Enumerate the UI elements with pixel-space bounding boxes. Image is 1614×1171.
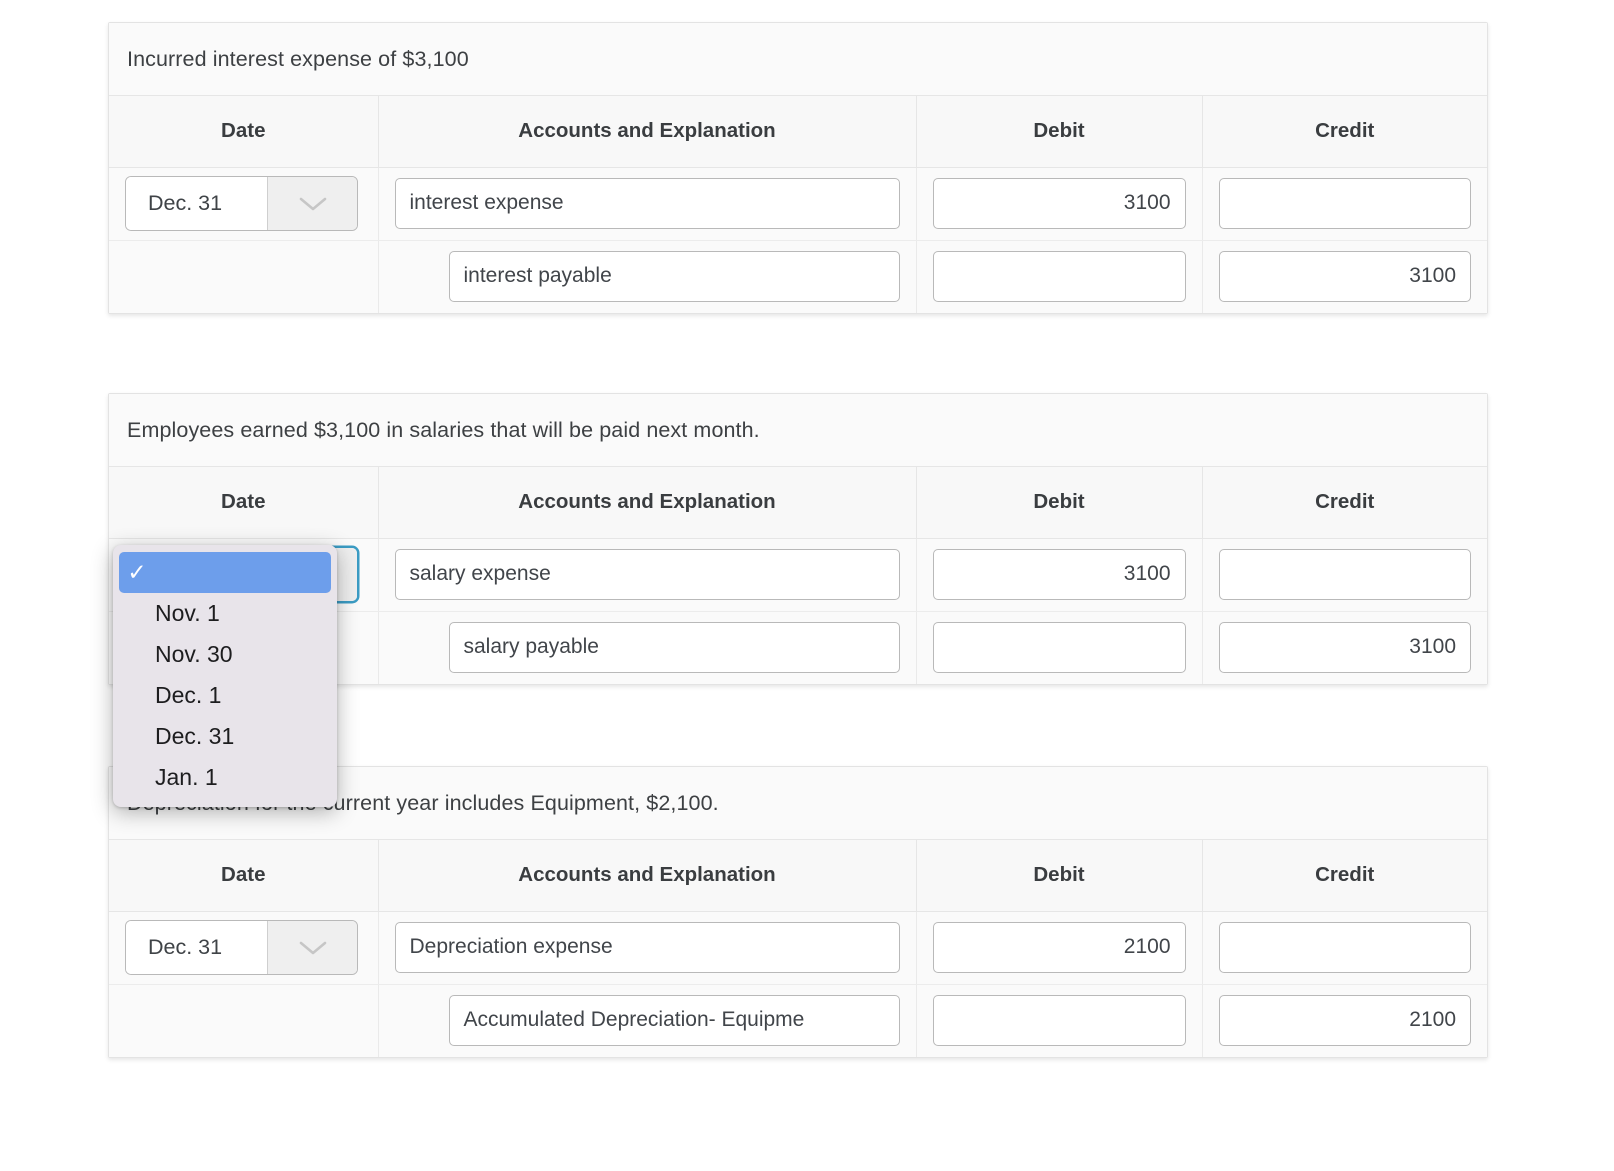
column-header-date: Date — [109, 96, 379, 168]
cell-date: Dec. 31 — [109, 911, 379, 985]
column-header-debit: Debit — [916, 96, 1203, 168]
dropdown-option-label: Nov. 1 — [155, 600, 220, 626]
cell-account: interest expense — [378, 167, 917, 241]
cell-account: salary expense — [378, 538, 917, 612]
cell-credit — [1202, 911, 1487, 985]
cell-account: Accumulated Depreciation- Equipme — [378, 984, 917, 1057]
column-header-accounts: Accounts and Explanation — [378, 467, 917, 539]
account-input-2-1[interactable]: salary expense — [394, 549, 900, 600]
column-header-date: Date — [109, 467, 379, 539]
column-header-credit: Credit — [1202, 840, 1487, 912]
table-header-row: Date Accounts and Explanation Debit Cred… — [109, 840, 1487, 912]
table-row: Accumulated Depreciation- Equipme 2100 — [109, 984, 1487, 1057]
credit-input-3-2[interactable]: 2100 — [1218, 995, 1471, 1047]
column-header-credit: Credit — [1202, 467, 1487, 539]
date-select-toggle[interactable] — [267, 177, 357, 230]
table-header-row: Date Accounts and Explanation Debit Cred… — [109, 467, 1487, 539]
credit-input-2-1[interactable] — [1218, 549, 1471, 600]
table-row: Dec. 31 interest expense 3100 — [109, 167, 1487, 241]
journal-entry-card-1: Incurred interest expense of $3,100 Date… — [108, 22, 1488, 314]
cell-debit: 2100 — [916, 911, 1203, 985]
date-select-toggle[interactable] — [267, 921, 357, 974]
dropdown-option-jan-1[interactable]: Jan. 1 — [119, 757, 331, 798]
dropdown-option-nov-30[interactable]: Nov. 30 — [119, 634, 331, 675]
date-select-value: Dec. 31 — [126, 921, 267, 974]
cell-date — [109, 984, 379, 1057]
table-row: Dec. 31 Depreciation expense 2100 — [109, 911, 1487, 985]
chevron-down-icon — [299, 941, 326, 954]
credit-input-1-1[interactable] — [1218, 178, 1471, 229]
journal-table-3: Date Accounts and Explanation Debit Cred… — [109, 840, 1487, 1057]
credit-input-3-1[interactable] — [1218, 922, 1471, 973]
dropdown-option-label: Dec. 1 — [155, 682, 222, 708]
cell-account: Depreciation expense — [378, 911, 917, 985]
date-dropdown-popup[interactable]: ✓ Nov. 1 Nov. 30 Dec. 1 Dec. 31 Jan. 1 — [113, 545, 337, 807]
debit-input-3-2[interactable] — [932, 995, 1186, 1047]
cell-date: Dec. 31 — [109, 167, 379, 241]
column-header-accounts: Accounts and Explanation — [378, 840, 917, 912]
column-header-debit: Debit — [916, 467, 1203, 539]
cell-account: salary payable — [378, 611, 917, 684]
cell-credit: 3100 — [1202, 611, 1487, 684]
cell-credit — [1202, 538, 1487, 612]
date-select-value: Dec. 31 — [126, 177, 267, 230]
column-header-accounts: Accounts and Explanation — [378, 96, 917, 168]
account-input-3-2[interactable]: Accumulated Depreciation- Equipme — [448, 995, 900, 1047]
table-header-row: Date Accounts and Explanation Debit Cred… — [109, 96, 1487, 168]
account-input-1-2[interactable]: interest payable — [448, 251, 900, 303]
account-input-2-2[interactable]: salary payable — [448, 622, 900, 674]
credit-input-1-2[interactable]: 3100 — [1218, 251, 1471, 303]
debit-input-1-1[interactable]: 3100 — [932, 178, 1186, 229]
cell-credit: 3100 — [1202, 240, 1487, 313]
column-header-debit: Debit — [916, 840, 1203, 912]
credit-input-2-2[interactable]: 3100 — [1218, 622, 1471, 674]
dropdown-option-dec-1[interactable]: Dec. 1 — [119, 675, 331, 716]
debit-input-2-2[interactable] — [932, 622, 1186, 674]
debit-input-1-2[interactable] — [932, 251, 1186, 303]
account-input-1-1[interactable]: interest expense — [394, 178, 900, 229]
date-select-1-1[interactable]: Dec. 31 — [125, 176, 358, 231]
check-icon: ✓ — [127, 559, 147, 585]
entry-prompt-text: Employees earned $3,100 in salaries that… — [127, 417, 760, 442]
cell-debit — [916, 984, 1203, 1057]
cell-debit — [916, 240, 1203, 313]
cell-credit: 2100 — [1202, 984, 1487, 1057]
cell-debit: 3100 — [916, 167, 1203, 241]
entry-prompt-text: Incurred interest expense of $3,100 — [127, 46, 469, 71]
entry-prompt-1: Incurred interest expense of $3,100 — [109, 23, 1487, 96]
journal-table-1: Date Accounts and Explanation Debit Cred… — [109, 96, 1487, 313]
entry-prompt-2: Employees earned $3,100 in salaries that… — [109, 394, 1487, 467]
journal-entry-card-3: Depreciation for the current year includ… — [108, 766, 1488, 1058]
account-input-3-1[interactable]: Depreciation expense — [394, 922, 900, 973]
cell-debit — [916, 611, 1203, 684]
debit-input-2-1[interactable]: 3100 — [932, 549, 1186, 600]
cell-credit — [1202, 167, 1487, 241]
dropdown-option-label: Nov. 30 — [155, 641, 233, 667]
dropdown-option-label: Jan. 1 — [155, 764, 218, 790]
dropdown-option-nov-1[interactable]: Nov. 1 — [119, 593, 331, 634]
cell-account: interest payable — [378, 240, 917, 313]
journal-entries-page: Incurred interest expense of $3,100 Date… — [0, 0, 1614, 1171]
date-select-3-1[interactable]: Dec. 31 — [125, 920, 358, 975]
debit-input-3-1[interactable]: 2100 — [932, 922, 1186, 973]
cell-debit: 3100 — [916, 538, 1203, 612]
dropdown-option-blank[interactable]: ✓ — [119, 552, 331, 593]
column-header-date: Date — [109, 840, 379, 912]
dropdown-option-label: Dec. 31 — [155, 723, 235, 749]
cell-date — [109, 240, 379, 313]
column-header-credit: Credit — [1202, 96, 1487, 168]
chevron-down-icon — [299, 197, 326, 210]
dropdown-option-dec-31[interactable]: Dec. 31 — [119, 716, 331, 757]
table-row: interest payable 3100 — [109, 240, 1487, 313]
